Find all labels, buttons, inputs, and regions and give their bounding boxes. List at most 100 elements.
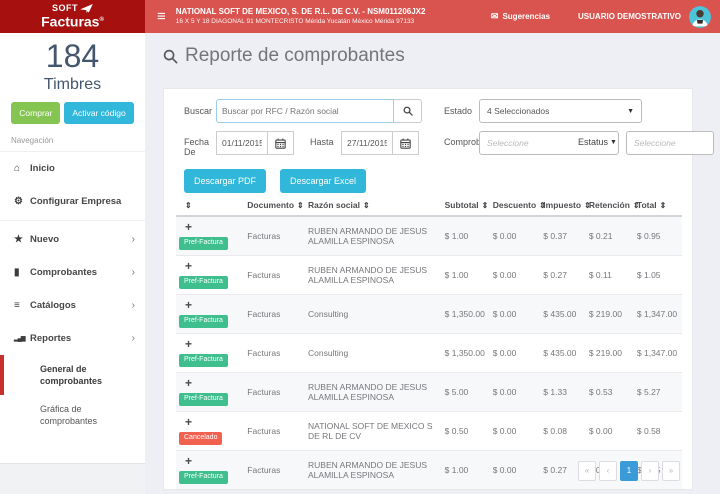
total-cell: $ 0.95 <box>634 216 682 256</box>
total-cell: $ 1,347.00 <box>634 295 682 334</box>
search-icon <box>163 49 178 64</box>
sidebar-item-reportes[interactable]: ▂▄▆Reportes› <box>0 322 145 355</box>
status-cell: + Pref-Factura <box>176 451 244 490</box>
impuesto-cell: $ 0.37 <box>540 216 586 256</box>
razon-social-cell: Consulting <box>305 334 442 373</box>
report-table-wrap: ⇕Documento⇕Razón social⇕Subtotal⇕Descuen… <box>176 197 682 489</box>
impuesto-cell: $ 435.00 <box>540 334 586 373</box>
estado-select[interactable]: 4 Seleccionados▼ <box>479 99 642 123</box>
buy-button[interactable]: Comprar <box>11 102 60 124</box>
retencion-cell: $ 0.00 <box>586 412 634 451</box>
page-next[interactable]: › <box>641 461 659 481</box>
suggestions-link[interactable]: ✉Sugerencias <box>491 11 550 22</box>
page-1[interactable]: 1 <box>620 461 638 481</box>
sidebar-nav: ⌂Inicio⚙Configurar Empresa ★Nuevo›▮Compro… <box>0 152 145 435</box>
subtotal-cell: $ 1.00 <box>442 256 490 295</box>
column-header-subtotal[interactable]: Subtotal⇕ <box>442 197 490 216</box>
page-title: Reporte de comprobantes <box>163 45 405 67</box>
sidebar-subitem-grafica-de-comprobantes[interactable]: Gráfica de comprobantes <box>0 395 145 435</box>
column-header-documento[interactable]: Documento⇕ <box>244 197 305 216</box>
estatus-select[interactable]: Seleccione <box>626 131 714 155</box>
page-last[interactable]: » <box>662 461 680 481</box>
expand-row-icon[interactable]: + <box>185 456 192 467</box>
column-header-descuento[interactable]: Descuento⇕ <box>490 197 541 216</box>
status-badge: Pref-Factura <box>179 471 228 484</box>
status-badge: Pref-Factura <box>179 315 228 328</box>
page-first[interactable]: « <box>578 461 596 481</box>
sidebar-item-configurar-empresa[interactable]: ⚙Configurar Empresa <box>0 185 145 218</box>
expand-row-icon[interactable]: + <box>185 417 192 428</box>
estado-label: Estado <box>444 106 472 116</box>
hasta-label: Hasta <box>310 137 334 147</box>
envelope-icon: ✉ <box>491 11 499 21</box>
user-menu[interactable]: USUARIO DEMOSTRATIVO <box>578 12 681 21</box>
sidebar-item-label: Configurar Empresa <box>30 196 121 207</box>
table-row: +Pref-FacturaFacturasConsulting$ 1,350.0… <box>176 295 682 334</box>
column-header-razon-social[interactable]: Razón social⇕ <box>305 197 442 216</box>
documento-cell: Facturas <box>244 373 305 412</box>
main-content: Reporte de comprobantes Buscar Estado 4 … <box>145 33 720 494</box>
star-icon: ★ <box>14 234 30 245</box>
expand-row-icon[interactable]: + <box>185 378 192 389</box>
home-icon: ⌂ <box>14 163 30 174</box>
column-header-total[interactable]: Total⇕ <box>634 197 682 216</box>
sidebar-item-catalogos[interactable]: ≡Catálogos› <box>0 289 145 322</box>
fecha-de-input[interactable] <box>216 131 268 155</box>
report-card: Buscar Estado 4 Seleccionados▼ Fecha De … <box>163 88 693 490</box>
sidebar-item-comprobantes[interactable]: ▮Comprobantes› <box>0 256 145 289</box>
hasta-input[interactable] <box>341 131 393 155</box>
search-input[interactable] <box>216 99 394 123</box>
sidebar: 184 Timbres Comprar Activar código Naveg… <box>0 33 145 463</box>
table-row: +Pref-FacturaFacturasRUBEN ARMANDO DE JE… <box>176 216 682 256</box>
impuesto-cell: $ 1.33 <box>540 373 586 412</box>
documento-cell: Facturas <box>244 334 305 373</box>
app-logo[interactable]: SOFT Facturas® <box>0 0 145 33</box>
expand-row-icon[interactable]: + <box>185 222 192 233</box>
download-pdf-button[interactable]: Descargar PDF <box>184 169 266 193</box>
activate-code-button[interactable]: Activar código <box>64 102 133 124</box>
subtotal-cell: $ 1,350.00 <box>442 334 490 373</box>
search-button[interactable] <box>394 99 422 123</box>
column-header-expand[interactable]: ⇕ <box>176 197 244 216</box>
subtotal-cell: $ 5.00 <box>442 373 490 412</box>
sidebar-item-inicio[interactable]: ⌂Inicio <box>0 152 145 185</box>
table-row: +CanceladoFacturasNATIONAL SOFT DE MEXIC… <box>176 412 682 451</box>
calendar-button-to[interactable] <box>393 131 419 155</box>
subtotal-cell: $ 1,350.00 <box>442 295 490 334</box>
status-cell: +Cancelado <box>176 412 244 451</box>
calendar-button-from[interactable] <box>268 131 294 155</box>
documento-cell: Facturas <box>244 216 305 256</box>
descuento-cell: $ 0.00 <box>490 412 541 451</box>
avatar[interactable] <box>689 6 711 28</box>
retencion-cell: $ 219.00 <box>586 295 634 334</box>
search-icon <box>403 106 413 116</box>
column-header-retencion[interactable]: Retención⇕ <box>586 197 634 216</box>
expand-row-icon[interactable]: + <box>185 300 192 311</box>
table-row: +Pref-FacturaFacturasRUBEN ARMANDO DE JE… <box>176 256 682 295</box>
download-excel-button[interactable]: Descargar Excel <box>280 169 366 193</box>
chevron-right-icon: › <box>132 333 135 344</box>
status-cell: +Pref-Factura <box>176 373 244 412</box>
table-row: +Pref-FacturaFacturasRUBEN ARMANDO DE JE… <box>176 373 682 412</box>
column-header-impuesto[interactable]: Impuesto⇕ <box>540 197 586 216</box>
total-cell: $ 1.05 <box>634 256 682 295</box>
menu-toggle-icon[interactable]: ≡ <box>157 10 166 24</box>
sidebar-item-nuevo[interactable]: ★Nuevo› <box>0 223 145 256</box>
search-label: Buscar <box>184 106 212 116</box>
page-prev[interactable]: ‹ <box>599 461 617 481</box>
company-info: NATIONAL SOFT DE MEXICO, S. DE R.L. DE C… <box>176 7 491 26</box>
chevron-right-icon: › <box>132 267 135 278</box>
expand-row-icon[interactable]: + <box>185 339 192 350</box>
subtotal-cell: $ 1.00 <box>442 216 490 256</box>
column-header-label: Impuesto <box>543 200 581 210</box>
retencion-cell: $ 0.21 <box>586 216 634 256</box>
total-cell: $ 0.58 <box>634 412 682 451</box>
sidebar-item-label: Catálogos <box>30 300 76 311</box>
column-header-label: Razón social <box>308 200 360 210</box>
top-bar: SOFT Facturas® ≡ NATIONAL SOFT DE MEXICO… <box>0 0 720 33</box>
sidebar-subitem-general-de-comprobantes[interactable]: General de comprobantes <box>0 355 145 395</box>
credits-count: 184 <box>0 38 145 75</box>
expand-row-icon[interactable]: + <box>185 261 192 272</box>
sort-icon: ⇕ <box>482 201 489 210</box>
retencion-cell: $ 0.11 <box>586 256 634 295</box>
